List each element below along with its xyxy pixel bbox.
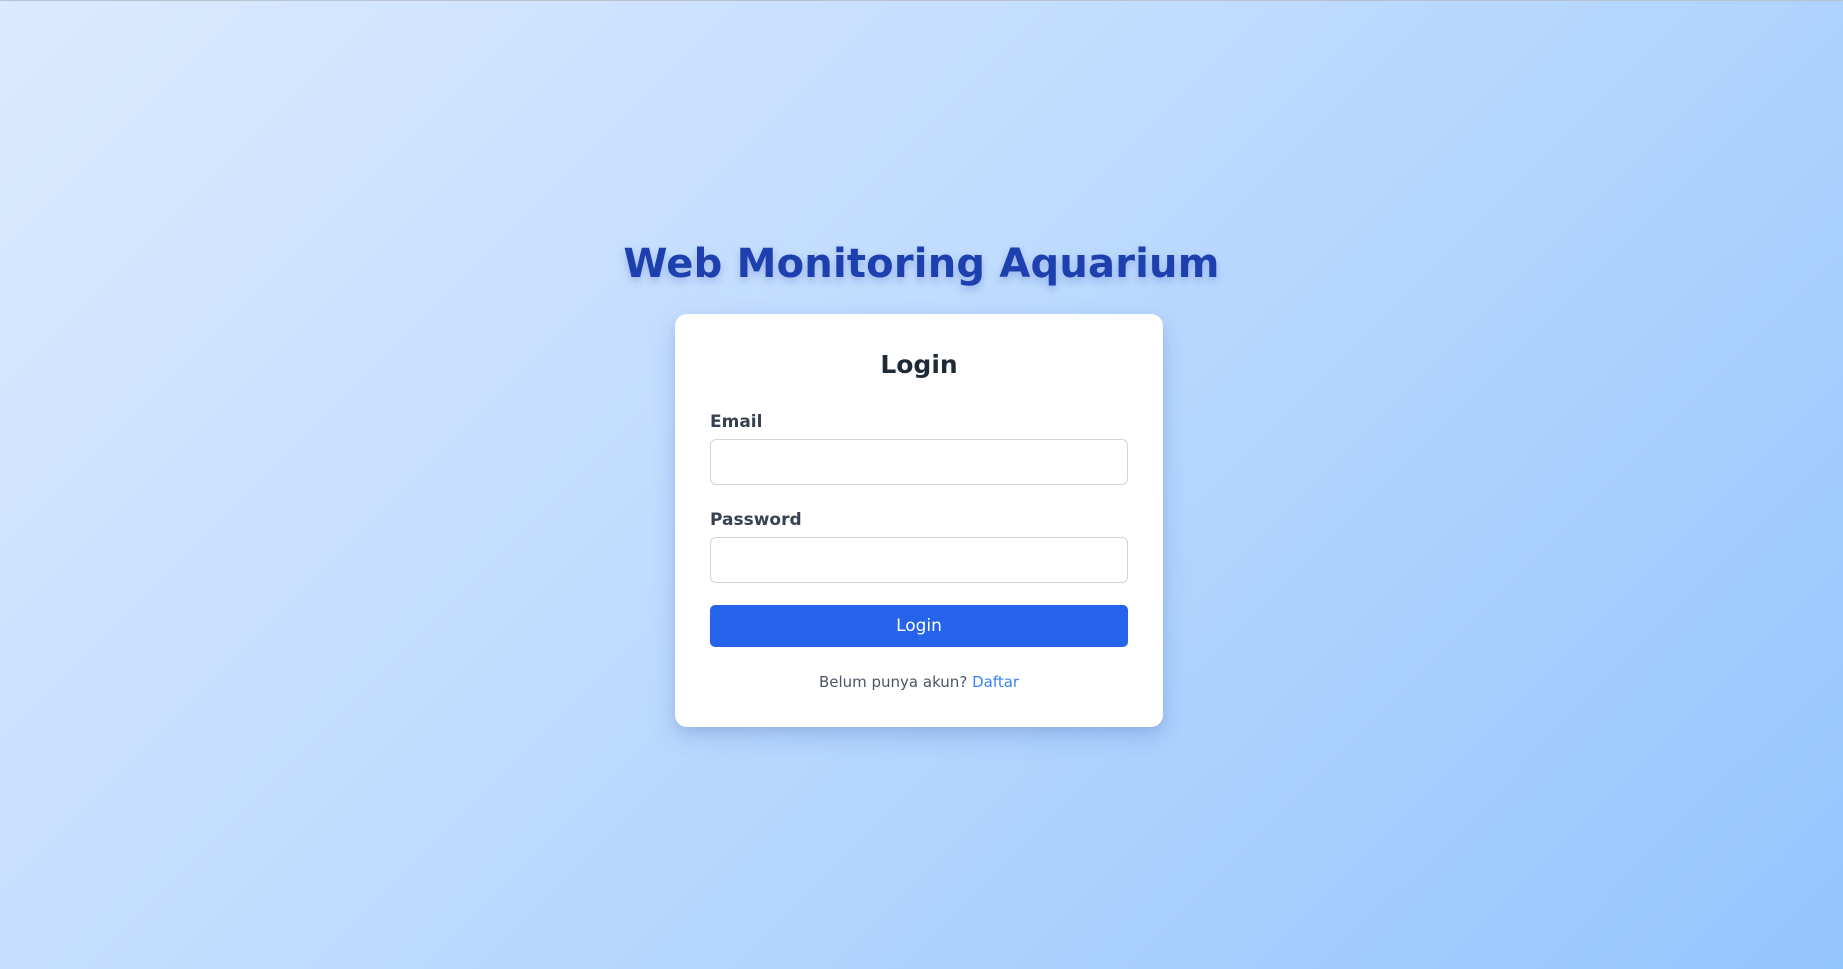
app-title: Web Monitoring Aquarium — [623, 241, 1220, 287]
password-field[interactable] — [710, 537, 1128, 583]
password-label: Password — [710, 510, 802, 530]
register-link[interactable]: Daftar — [972, 673, 1019, 691]
register-prompt: Belum punya akun? — [818, 673, 968, 691]
email-label: Email — [710, 412, 763, 432]
email-field[interactable] — [710, 439, 1128, 485]
login-heading: Login — [880, 350, 958, 379]
register-prompt-row: Belum punya akun? Daftar — [675, 673, 1163, 691]
login-button[interactable]: Login — [710, 605, 1128, 647]
login-card: Login Email Password Login Belum punya a… — [675, 314, 1163, 727]
